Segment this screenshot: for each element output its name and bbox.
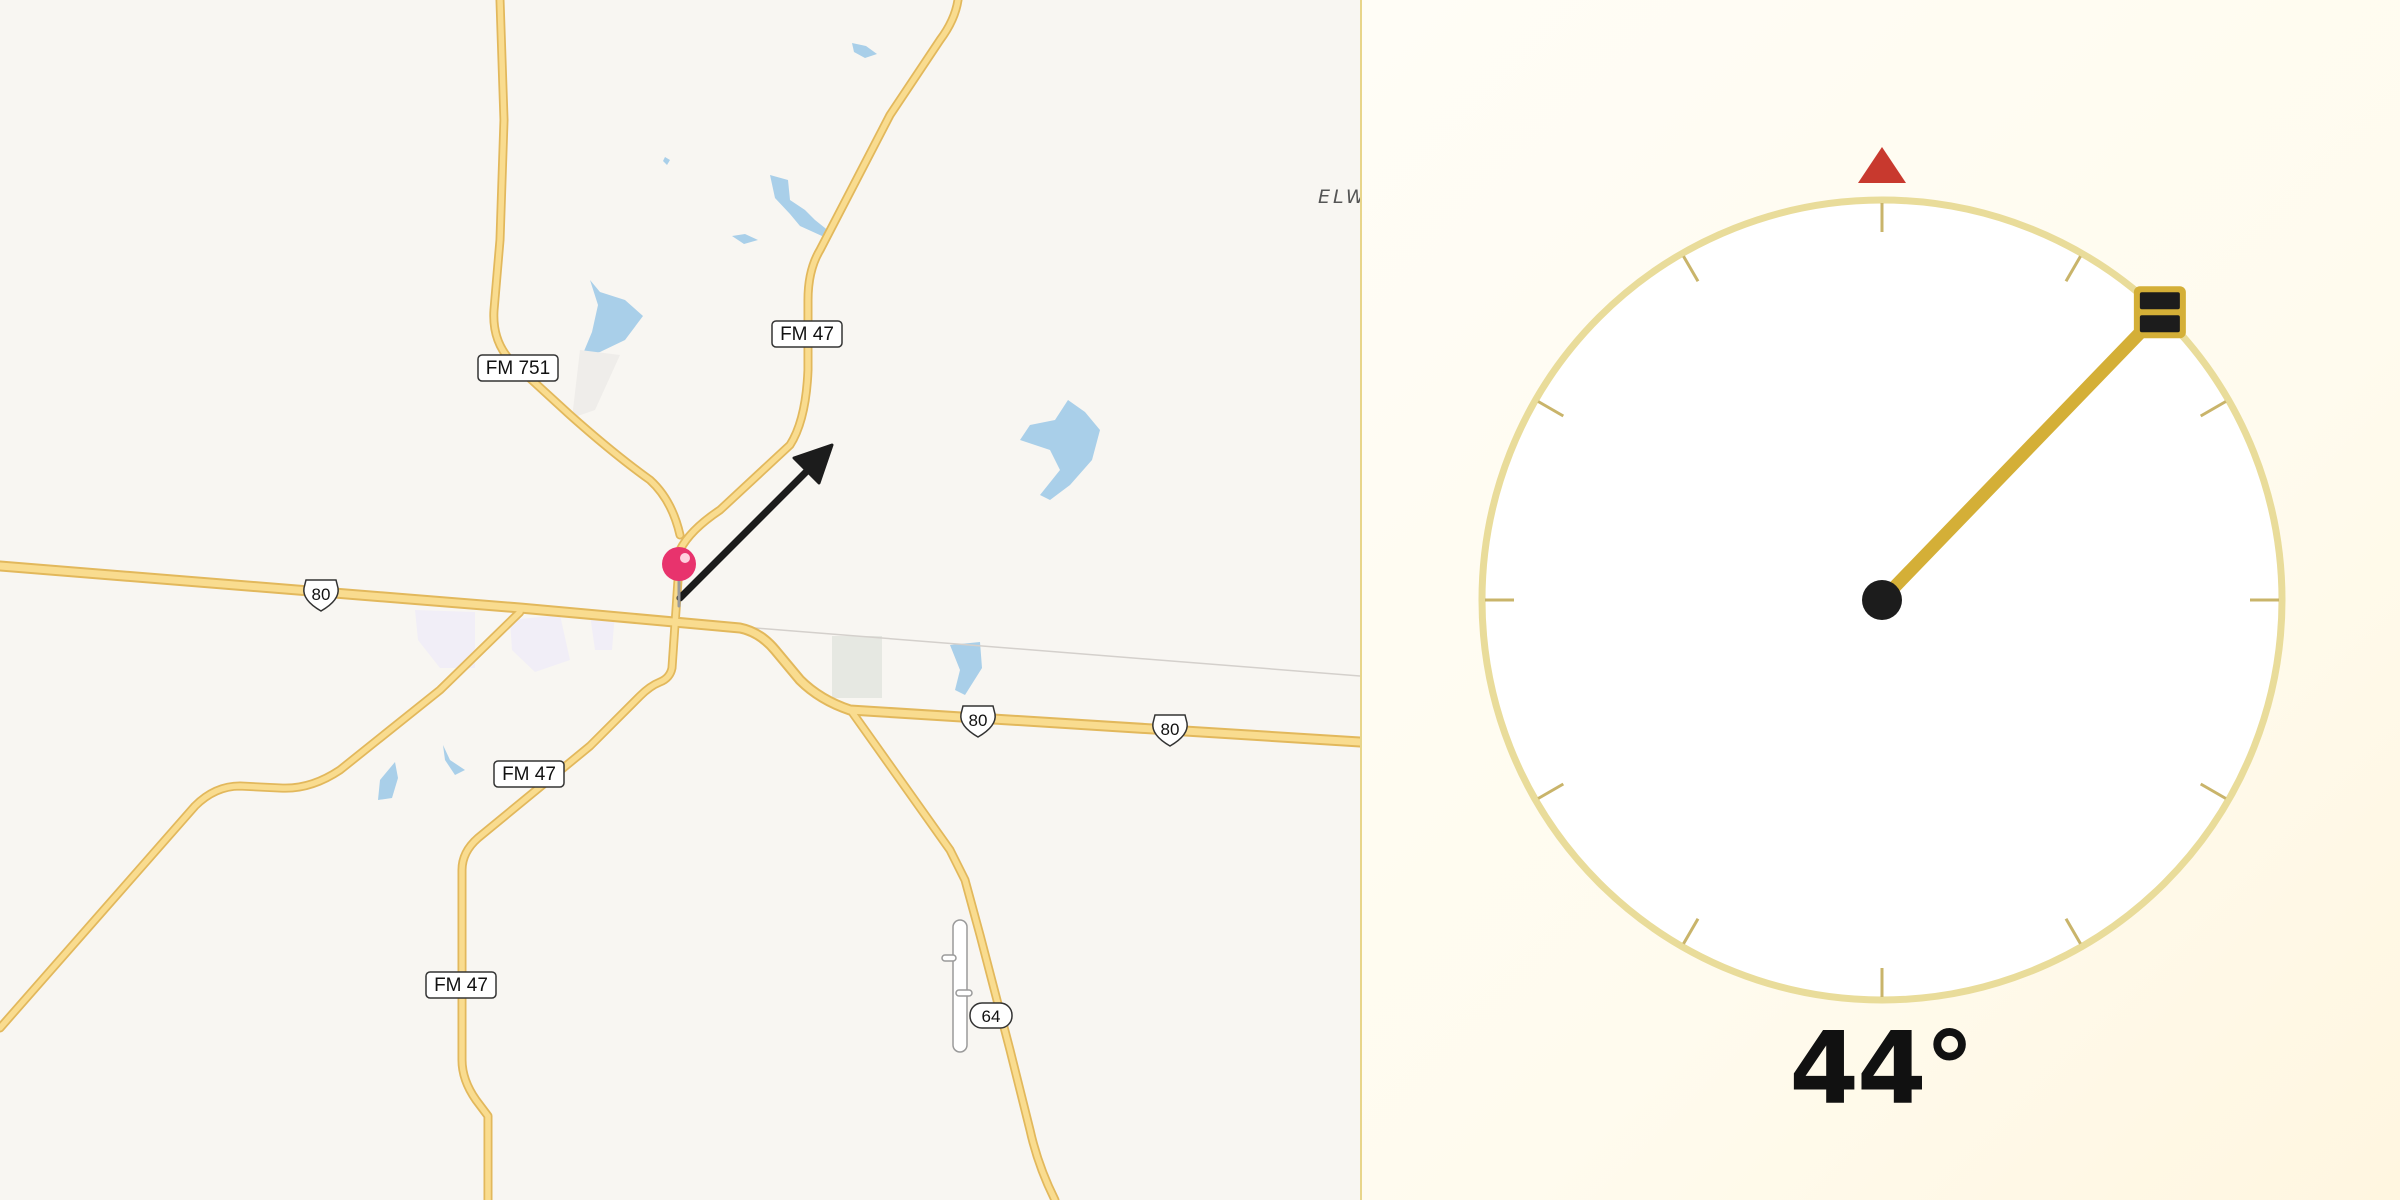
lake bbox=[663, 157, 670, 165]
road-label-fm47-south: FM 47 bbox=[493, 760, 565, 788]
airstrip bbox=[941, 919, 973, 1053]
park-area bbox=[832, 636, 882, 698]
sh64-shield: 64 bbox=[969, 1002, 1013, 1029]
lake bbox=[950, 642, 982, 695]
road-label-fm47-north-text: FM 47 bbox=[780, 324, 834, 345]
us80-shield-east-2-text: 80 bbox=[1161, 720, 1180, 739]
lake bbox=[582, 280, 643, 356]
water-bodies bbox=[378, 43, 1100, 800]
location-pin[interactable] bbox=[662, 547, 696, 608]
road-label-fm47-south-text: FM 47 bbox=[502, 764, 556, 785]
lake bbox=[1020, 400, 1100, 500]
us80-shield-east-1-text: 80 bbox=[969, 711, 988, 730]
sh64-shield-text: 64 bbox=[982, 1007, 1001, 1026]
lake bbox=[443, 745, 465, 775]
road-label-fm47-southwest-text: FM 47 bbox=[434, 975, 488, 996]
road-label-fm751: FM 751 bbox=[477, 354, 559, 382]
urban-area bbox=[510, 615, 570, 672]
us80-shield-east-1: 80 bbox=[960, 705, 996, 738]
compass-panel: 44° bbox=[1362, 0, 2400, 1200]
lake bbox=[378, 762, 398, 800]
lake bbox=[852, 43, 877, 58]
map-canvas[interactable]: FM 751 FM 47 FM 47 FM 47 80 80 80 64 EL bbox=[0, 0, 1360, 1200]
north-marker-icon bbox=[1858, 147, 1906, 183]
needle-pivot bbox=[1862, 580, 1902, 620]
us80-shield-west: 80 bbox=[303, 579, 339, 612]
road-label-fm751-text: FM 751 bbox=[486, 358, 550, 379]
field-area bbox=[572, 350, 620, 418]
lake bbox=[732, 234, 758, 244]
needle-handle-icon[interactable] bbox=[2133, 286, 2186, 339]
road-label-fm47-southwest: FM 47 bbox=[425, 971, 497, 999]
boundary-line bbox=[679, 621, 1360, 677]
us80-shield-west-text: 80 bbox=[312, 585, 331, 604]
map-view[interactable]: FM 751 FM 47 FM 47 FM 47 80 80 80 64 EL bbox=[0, 0, 1360, 1200]
road-label-fm47-north: FM 47 bbox=[771, 320, 843, 348]
lake bbox=[770, 175, 830, 236]
place-label: ELW bbox=[1318, 186, 1360, 208]
heading-readout: 44° bbox=[1789, 1010, 1974, 1127]
us80-shield-east-2: 80 bbox=[1152, 714, 1188, 747]
